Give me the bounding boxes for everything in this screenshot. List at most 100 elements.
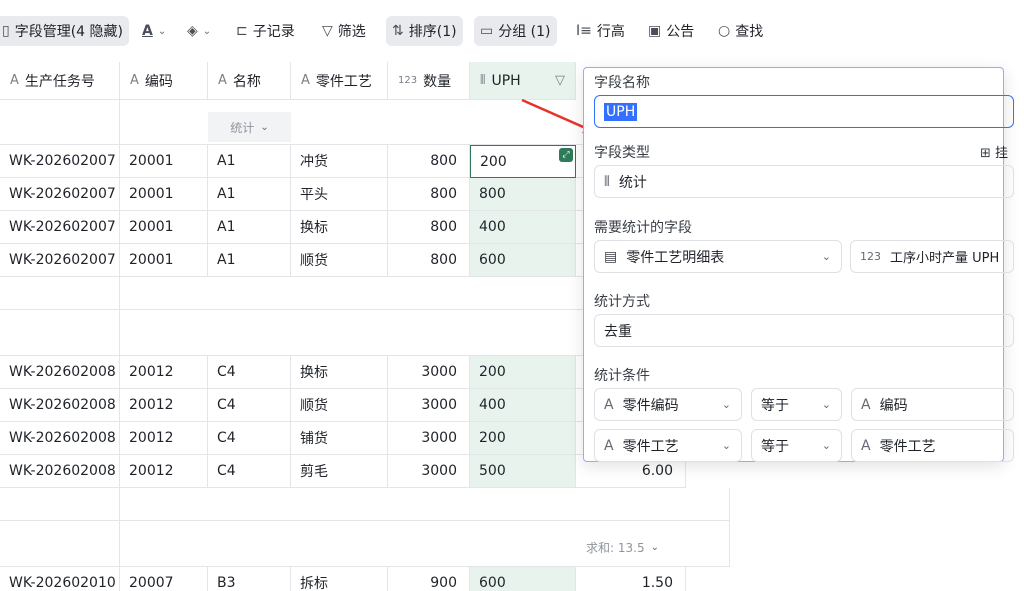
column-header-uph[interactable]: ⫴ UPH ▽ [470,62,576,100]
cell-qty[interactable]: 800 [388,145,470,178]
cell-code[interactable]: 20012 [120,356,208,389]
cell-qty[interactable]: 800 [388,211,470,244]
cell-code[interactable]: 20001 [120,244,208,277]
cell-uph[interactable]: 200 [470,356,576,389]
fill-color-button[interactable]: ◈ ⌄ [181,16,217,46]
cell-name[interactable]: C4 [208,389,291,422]
field-name-label: 字段名称 [594,75,650,91]
cell-task[interactable]: WK-202602007 [0,145,120,178]
condition-right-field[interactable]: A 编码 [851,388,1014,421]
cell-task[interactable]: WK-202602008 [0,422,120,455]
field-type-select[interactable]: ⫴ 统计 [594,165,1014,198]
cell-code[interactable]: 20012 [120,455,208,488]
group-button[interactable]: ▭ 分组 (1) [474,16,557,46]
cell-task[interactable]: WK-202602008 [0,389,120,422]
cell-qty[interactable]: 3000 [388,389,470,422]
filter-button[interactable]: ▽ 筛选 [316,16,372,46]
chevron-down-icon: ⌄ [721,398,731,411]
notice-button[interactable]: ▣ 公告 [642,16,700,46]
column-header-name[interactable]: A 名称 [208,62,291,100]
field-type-label: 字段类型 [594,145,650,161]
cell-qty[interactable]: 900 [388,567,470,591]
cell-task[interactable]: WK-202602010 [0,567,120,591]
cell-process[interactable]: 换标 [291,356,388,389]
cell-task[interactable]: WK-202602007 [0,211,120,244]
group-footer [0,488,120,521]
field-type-extra[interactable]: ⊞ 挂 [980,142,1008,161]
cell-process[interactable]: 剪毛 [291,455,388,488]
cell-process[interactable]: 换标 [291,211,388,244]
text-field-icon: A [861,396,871,413]
column-header-process[interactable]: A 零件工艺 [291,62,388,100]
field-name-value: UPH [604,102,638,121]
sort-button[interactable]: ⇅ 排序(1) [386,16,463,46]
cell-uph[interactable]: 200 [470,422,576,455]
cell-name[interactable]: A1 [208,244,291,277]
cell-task[interactable]: WK-202602008 [0,356,120,389]
subrecord-button[interactable]: ⊏ 子记录 [230,16,301,46]
expand-icon[interactable]: ⤢ [559,148,573,162]
row-height-button[interactable]: I≡ 行高 [570,16,631,46]
cell-uph[interactable]: 600 [470,567,576,591]
cell-name[interactable]: A1 [208,178,291,211]
cell-code[interactable]: 20012 [120,422,208,455]
cell-task[interactable]: WK-202602007 [0,178,120,211]
filter-icon: ▽ [555,73,565,88]
cell-name[interactable]: C4 [208,455,291,488]
cell-uph[interactable]: 800 [470,178,576,211]
cell-code[interactable]: 20007 [120,567,208,591]
method-select[interactable]: 去重 [594,314,1014,347]
cell-qty[interactable]: 3000 [388,422,470,455]
chevron-down-icon: ⌄ [821,439,831,452]
condition-operator[interactable]: 等于 ⌄ [751,429,842,462]
condition-left-field[interactable]: A 零件编码 ⌄ [594,388,742,421]
find-button[interactable]: ○ 查找 [712,16,769,46]
column-header-qty[interactable]: 123 数量 [388,62,470,100]
cell-uph[interactable]: 200 ⤢ [470,145,576,178]
cell-name[interactable]: C4 [208,422,291,455]
chevron-down-icon: ⌄ [821,250,831,263]
cell-name[interactable]: B3 [208,567,291,591]
cell-code[interactable]: 20012 [120,389,208,422]
field-manage-button[interactable]: ▯ 字段管理(4 隐藏) [0,16,129,46]
stat-table-select[interactable]: ▤ 零件工艺明细表 ⌄ [594,240,842,273]
cell-process[interactable]: 拆标 [291,567,388,591]
cell-task[interactable]: WK-202602007 [0,244,120,277]
cell-code[interactable]: 20001 [120,178,208,211]
condition-right-field[interactable]: A 零件工艺 [851,429,1014,462]
group-header [0,521,120,567]
cell-name[interactable]: A1 [208,211,291,244]
cell-task[interactable]: WK-202602008 [0,455,120,488]
cell-qty[interactable]: 3000 [388,455,470,488]
cell-uph[interactable]: 400 [470,211,576,244]
cell-process[interactable]: 冲货 [291,145,388,178]
stats-dropdown[interactable]: 统计 ⌄ [208,112,291,142]
cell-process[interactable]: 顺货 [291,389,388,422]
cell-uph[interactable]: 500 [470,455,576,488]
cell-code[interactable]: 20001 [120,145,208,178]
condition-label: 统计条件 [594,368,650,384]
sum-summary[interactable]: 求和: 13.5 ⌄ [586,539,659,556]
column-header-task[interactable]: A 生产任务号 [0,62,120,100]
cell-process[interactable]: 铺货 [291,422,388,455]
font-color-icon: A [142,23,153,39]
condition-left-field[interactable]: A 零件工艺 ⌄ [594,429,742,462]
condition-operator[interactable]: 等于 ⌄ [751,388,842,421]
cell-name[interactable]: A1 [208,145,291,178]
cell-uph[interactable]: 600 [470,244,576,277]
cell-qty[interactable]: 3000 [388,356,470,389]
column-header-code[interactable]: A 编码 [120,62,208,100]
cell-name[interactable]: C4 [208,356,291,389]
cell-uph[interactable]: 400 [470,389,576,422]
text-field-icon: A [218,73,227,88]
cell-process[interactable]: 顺货 [291,244,388,277]
field-name-input[interactable]: UPH [594,95,1014,128]
cell-code[interactable]: 20001 [120,211,208,244]
cell-qty[interactable]: 800 [388,244,470,277]
text-color-button[interactable]: A ⌄ [136,16,172,46]
cell-process[interactable]: 平头 [291,178,388,211]
apps-icon: ⊞ [980,146,991,161]
cell-qty[interactable]: 800 [388,178,470,211]
cell-extra[interactable]: 1.50 [576,567,686,591]
stat-field-select[interactable]: 123 工序小时产量 UPH [850,240,1014,273]
